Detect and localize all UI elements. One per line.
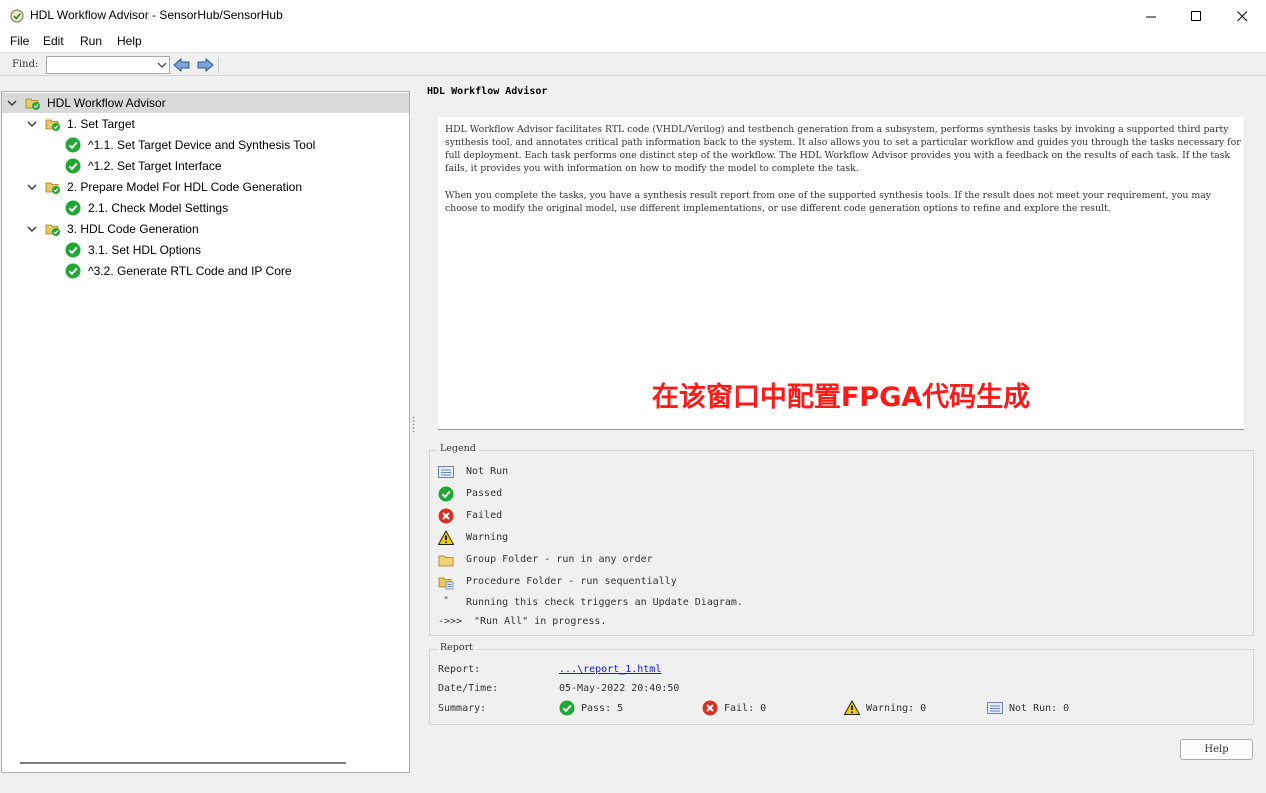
passed-icon xyxy=(65,263,81,279)
procedure-folder-icon xyxy=(45,224,60,236)
run-all-arrow-icon: ->>> xyxy=(438,616,463,627)
menu-help[interactable]: Help xyxy=(115,34,144,48)
description-paragraph: HDL Workflow Advisor facilitates RTL cod… xyxy=(445,124,1241,174)
help-button[interactable]: Help xyxy=(1180,739,1253,760)
tree-item-set-hdl-options[interactable]: 3.1. Set HDL Options xyxy=(2,240,409,260)
menu-bar: File Edit Run Help xyxy=(0,32,1266,52)
tree-item-check-model-settings[interactable]: 2.1. Check Model Settings xyxy=(2,198,409,218)
forward-arrow-icon[interactable] xyxy=(196,57,214,73)
maximize-button[interactable] xyxy=(1173,0,1219,32)
legend-label: Failed xyxy=(466,510,503,521)
datetime-value: 05-May-2022 20:40:50 xyxy=(559,683,680,694)
annotation-text: 在该窗口中配置FPGA代码生成 xyxy=(651,382,1031,413)
passed-icon xyxy=(65,137,81,153)
legend-label: Warning xyxy=(466,532,509,543)
legend-title: Legend xyxy=(437,443,479,454)
procedure-folder-icon xyxy=(45,119,60,131)
window-title: HDL Workflow Advisor - SensorHub/SensorH… xyxy=(30,8,283,22)
report-link[interactable]: ...\report_1.html xyxy=(559,664,661,675)
legend-group: Legend Not Run Passed Failed Warning Gro… xyxy=(429,443,1254,636)
tree-item-label: 2.1. Check Model Settings xyxy=(88,201,229,215)
close-button[interactable] xyxy=(1219,0,1265,32)
tree-item-label: ^1.1. Set Target Device and Synthesis To… xyxy=(88,138,316,152)
menu-file[interactable]: File xyxy=(8,34,31,48)
not-run-icon xyxy=(987,702,1003,714)
update-diagram-icon: " xyxy=(444,596,448,606)
chevron-down-icon[interactable] xyxy=(27,224,37,234)
find-label: Find: xyxy=(12,59,39,70)
tree-item-generate-rtl[interactable]: ^3.2. Generate RTL Code and IP Core xyxy=(2,261,409,281)
summary-not-run-count: Not Run: 0 xyxy=(1009,703,1070,714)
menu-run[interactable]: Run xyxy=(78,34,104,48)
tree-item-set-target-interface[interactable]: ^1.2. Set Target Interface xyxy=(2,156,409,176)
legend-label: Running this check triggers an Update Di… xyxy=(466,597,743,608)
back-arrow-icon[interactable] xyxy=(173,57,191,73)
legend-label: Passed xyxy=(466,488,503,499)
legend-label: Group Folder - run in any order xyxy=(466,554,653,565)
minimize-icon xyxy=(1145,16,1156,17)
description-text: HDL Workflow Advisor facilitates RTL cod… xyxy=(445,123,1241,229)
report-title: Report xyxy=(437,642,476,653)
summary-label: Summary: xyxy=(438,703,487,714)
tree-item-label: ^3.2. Generate RTL Code and IP Core xyxy=(88,264,292,278)
passed-icon xyxy=(438,486,454,502)
page-title: HDL Workflow Advisor xyxy=(427,86,548,97)
legend-label: "Run All" in progress. xyxy=(474,616,607,627)
legend-label: Not Run xyxy=(466,466,509,477)
summary-pass-count: Pass: 5 xyxy=(581,703,624,714)
find-combobox[interactable] xyxy=(46,56,170,74)
chevron-down-icon[interactable] xyxy=(27,182,37,192)
advisor-tree: HDL Workflow Advisor 1. Set Target ^1.1.… xyxy=(1,91,410,773)
svg-text:": " xyxy=(444,596,448,606)
tree-root-label: HDL Workflow Advisor xyxy=(47,96,166,110)
tree-item-label: 2. Prepare Model For HDL Code Generation xyxy=(67,180,303,194)
tree-item-set-target-device[interactable]: ^1.1. Set Target Device and Synthesis To… xyxy=(2,135,409,155)
warning-icon xyxy=(844,700,860,715)
failed-icon xyxy=(702,700,718,716)
title-bar: HDL Workflow Advisor - SensorHub/SensorH… xyxy=(0,0,1266,32)
tree-item-prepare-model[interactable]: 2. Prepare Model For HDL Code Generation xyxy=(2,177,409,197)
chevron-down-icon[interactable] xyxy=(27,119,37,129)
toolbar-separator xyxy=(218,57,219,73)
maximize-icon xyxy=(1190,10,1201,21)
advisor-detail-panel: HDL Workflow Advisor HDL Workflow Adviso… xyxy=(418,80,1264,790)
find-toolbar: Find: xyxy=(0,52,1266,76)
passed-icon xyxy=(65,242,81,258)
report-group: Report Report: ...\report_1.html Date/Ti… xyxy=(429,642,1254,725)
procedure-folder-icon xyxy=(45,182,60,194)
horizontal-scrollbar[interactable] xyxy=(20,762,346,764)
tree-item-set-target[interactable]: 1. Set Target xyxy=(2,114,409,134)
not-run-icon xyxy=(438,466,454,478)
tree-root[interactable]: HDL Workflow Advisor xyxy=(2,93,409,113)
datetime-label: Date/Time: xyxy=(438,683,499,694)
tree-item-label: 3. HDL Code Generation xyxy=(67,222,199,236)
chevron-down-icon xyxy=(157,62,167,68)
tree-item-label: 1. Set Target xyxy=(67,117,135,131)
tree-item-hdl-code-generation[interactable]: 3. HDL Code Generation xyxy=(2,219,409,239)
close-icon xyxy=(1236,10,1247,21)
menu-edit[interactable]: Edit xyxy=(41,34,66,48)
tree-item-label: 3.1. Set HDL Options xyxy=(88,243,201,257)
description-paragraph: When you complete the tasks, you have a … xyxy=(445,190,1211,214)
app-check-icon xyxy=(10,9,24,23)
splitter-handle[interactable] xyxy=(412,416,415,434)
chevron-down-icon[interactable] xyxy=(7,98,17,108)
summary-warning-count: Warning: 0 xyxy=(866,703,927,714)
group-folder-icon xyxy=(438,555,454,567)
description-box: HDL Workflow Advisor facilitates RTL cod… xyxy=(438,117,1244,430)
failed-icon xyxy=(438,508,454,524)
passed-icon xyxy=(559,700,575,716)
warning-icon xyxy=(438,530,454,545)
procedure-folder-icon xyxy=(438,577,454,590)
procedure-folder-icon xyxy=(25,98,40,110)
tree-item-label: ^1.2. Set Target Interface xyxy=(88,159,222,173)
summary-fail-count: Fail: 0 xyxy=(724,703,767,714)
passed-icon xyxy=(65,200,81,216)
legend-label: Procedure Folder - run sequentially xyxy=(466,576,677,587)
report-label: Report: xyxy=(438,664,481,675)
passed-icon xyxy=(65,158,81,174)
minimize-button[interactable] xyxy=(1128,0,1174,32)
